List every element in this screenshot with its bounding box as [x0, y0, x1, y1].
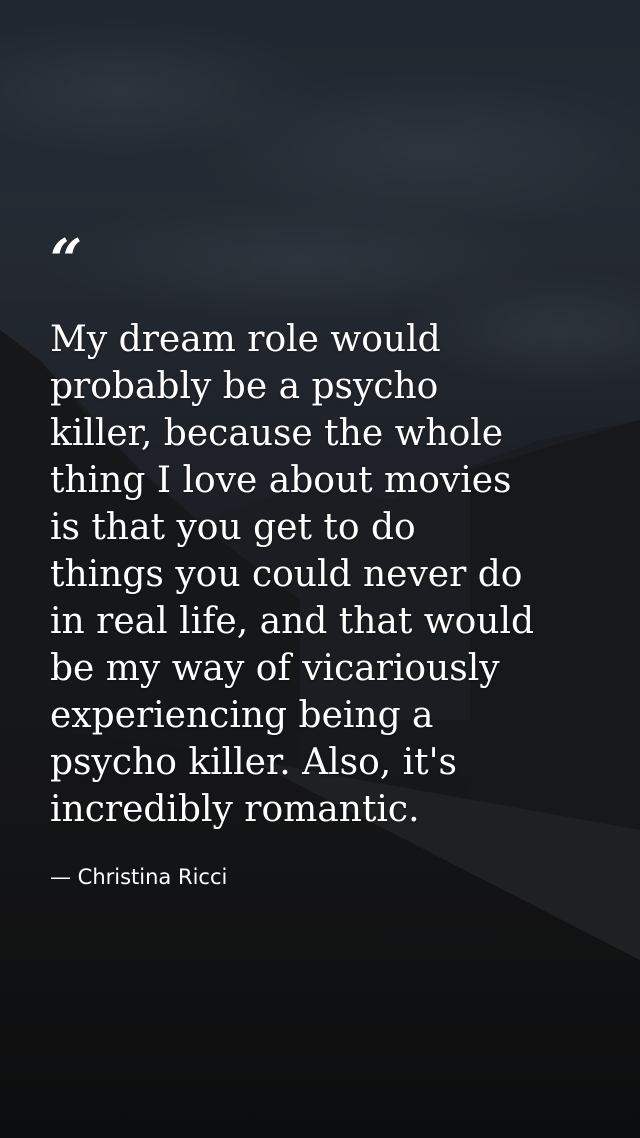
quote-card: “ My dream role would probably be a psyc…	[0, 0, 640, 1138]
quote-author: — Christina Ricci	[50, 865, 228, 889]
quote-content: “ My dream role would probably be a psyc…	[50, 232, 610, 891]
quote-mark-icon: “	[50, 227, 83, 293]
quote-text: My dream role would probably be a psycho…	[50, 319, 535, 830]
